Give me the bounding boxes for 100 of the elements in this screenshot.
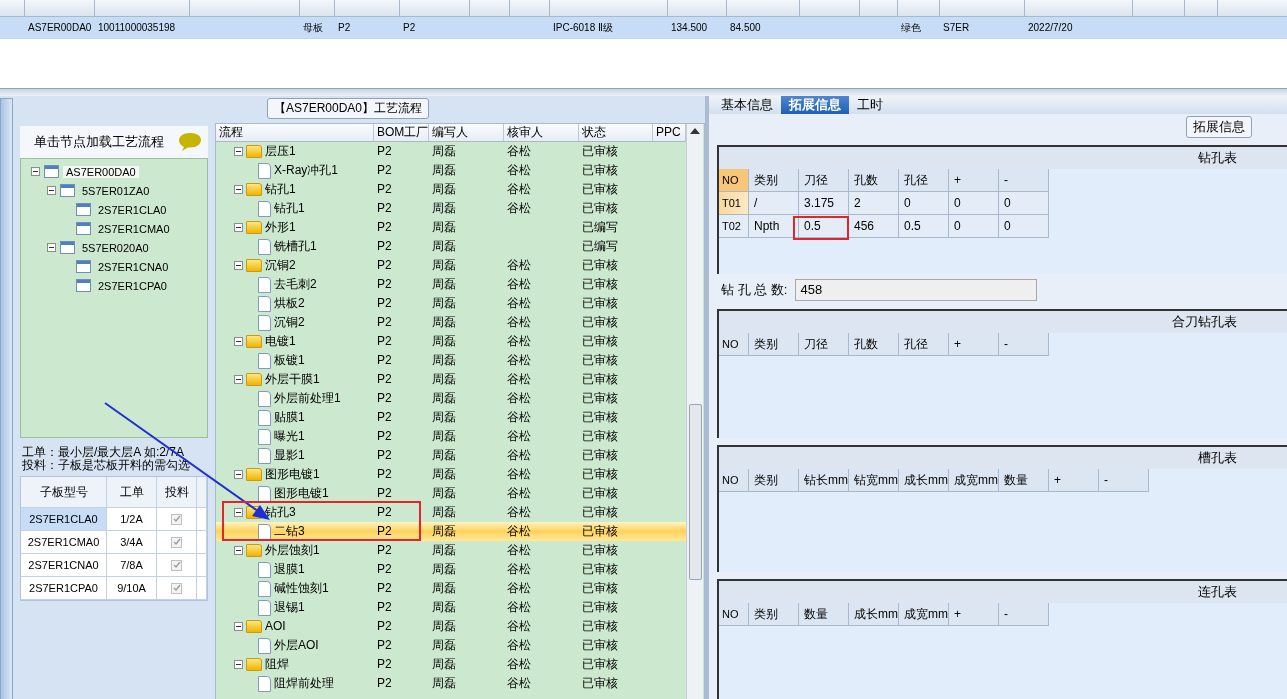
tab[interactable]: 基本信息 bbox=[713, 96, 781, 114]
column-header[interactable]: 类别 bbox=[749, 333, 799, 356]
column-header[interactable]: NO bbox=[719, 333, 749, 356]
column-header[interactable]: 刀径 bbox=[799, 333, 849, 356]
process-row[interactable]: X-Ray冲孔1 P2 周磊 谷松 已审核 bbox=[216, 161, 686, 180]
column-header[interactable]: 编写人 bbox=[429, 124, 504, 141]
table-cell[interactable]: 2S7ER1CPA0 bbox=[21, 577, 107, 599]
column-header[interactable]: 数量 bbox=[999, 469, 1049, 492]
row-header[interactable]: T02 bbox=[719, 215, 749, 238]
column-header[interactable]: NO bbox=[719, 169, 749, 192]
collapse-icon[interactable] bbox=[234, 622, 243, 631]
column-header[interactable]: 孔数 bbox=[849, 169, 899, 192]
column-header[interactable]: - bbox=[999, 169, 1049, 192]
process-row[interactable]: 钻孔1 P2 周磊 谷松 已审核 bbox=[216, 199, 686, 218]
column-header[interactable]: - bbox=[1099, 469, 1149, 492]
process-row[interactable]: 外层蚀刻1 P2 周磊 谷松 已审核 bbox=[216, 541, 686, 560]
process-row[interactable]: 钻孔1 P2 周磊 谷松 已审核 bbox=[216, 180, 686, 199]
row-header[interactable]: T01 bbox=[719, 192, 749, 215]
collapse-icon[interactable] bbox=[234, 223, 243, 232]
column-header[interactable]: + bbox=[1049, 469, 1099, 492]
column-header[interactable]: + bbox=[949, 333, 999, 356]
column-header[interactable]: 投料 bbox=[157, 477, 197, 507]
checkbox[interactable] bbox=[171, 582, 182, 594]
column-header[interactable]: 成宽mm bbox=[949, 469, 999, 492]
collapse-icon[interactable] bbox=[234, 508, 243, 517]
process-row[interactable]: 外层前处理1 P2 周磊 谷松 已审核 bbox=[216, 389, 686, 408]
collapse-icon[interactable] bbox=[234, 337, 243, 346]
column-header[interactable]: 数量 bbox=[799, 603, 849, 626]
column-header[interactable]: + bbox=[949, 169, 999, 192]
process-row[interactable]: 曝光1 P2 周磊 谷松 已审核 bbox=[216, 427, 686, 446]
tree-node[interactable]: 2S7ER1CMA0 bbox=[95, 222, 173, 235]
column-header[interactable]: 类别 bbox=[749, 169, 799, 192]
process-row[interactable]: 铣槽孔1 P2 周磊 已编写 bbox=[216, 237, 686, 256]
checkbox[interactable] bbox=[171, 513, 182, 525]
collapse-icon[interactable] bbox=[234, 546, 243, 555]
process-row[interactable]: 去毛刺2 P2 周磊 谷松 已审核 bbox=[216, 275, 686, 294]
tree-node[interactable]: AS7ER00DA0 bbox=[63, 165, 139, 178]
column-header[interactable]: 钻宽mm bbox=[849, 469, 899, 492]
column-header[interactable]: 核审人 bbox=[504, 124, 579, 141]
process-row[interactable]: 外层AOI P2 周磊 谷松 已审核 bbox=[216, 636, 686, 655]
column-header[interactable]: 类别 bbox=[749, 469, 799, 492]
collapse-icon[interactable] bbox=[234, 470, 243, 479]
process-row[interactable]: 阻焊前处理 P2 周磊 谷松 已审核 bbox=[216, 674, 686, 693]
process-row[interactable]: 电镀1 P2 周磊 谷松 已审核 bbox=[216, 332, 686, 351]
table-row[interactable]: AS7ER00DA0 10011000035198 母板 P2 P2 IPC-6018 Ⅱ级 134.500 84.500 绿色 S7ER 2022/7/20 bbox=[0, 17, 1287, 39]
table-cell[interactable]: 2S7ER1CLA0 bbox=[21, 508, 107, 530]
process-row[interactable]: 阻焊 P2 周磊 谷松 已审核 bbox=[216, 655, 686, 674]
column-header[interactable]: 孔数 bbox=[849, 333, 899, 356]
column-header[interactable]: NO bbox=[719, 603, 749, 626]
column-header[interactable]: 子板型号 bbox=[21, 477, 107, 507]
tab[interactable]: 工时 bbox=[849, 96, 891, 114]
collapse-icon[interactable] bbox=[234, 185, 243, 194]
tree-node[interactable]: 5S7ER020A0 bbox=[79, 241, 152, 254]
column-header[interactable]: 成长mm bbox=[899, 469, 949, 492]
table-cell[interactable]: 2S7ER1CMA0 bbox=[21, 531, 107, 553]
process-row[interactable]: 退锡1 P2 周磊 谷松 已审核 bbox=[216, 598, 686, 617]
process-row[interactable]: 图形电镀1 P2 周磊 谷松 已审核 bbox=[216, 465, 686, 484]
column-header[interactable]: 孔径 bbox=[899, 333, 949, 356]
process-row[interactable]: 沉铜2 P2 周磊 谷松 已审核 bbox=[216, 256, 686, 275]
collapse-icon[interactable] bbox=[47, 243, 56, 252]
process-row[interactable]: 沉铜2 P2 周磊 谷松 已审核 bbox=[216, 313, 686, 332]
column-header[interactable]: 类别 bbox=[749, 603, 799, 626]
process-row[interactable]: 层压1 P2 周磊 谷松 已审核 bbox=[216, 142, 686, 161]
column-header[interactable]: BOM工厂 bbox=[374, 124, 429, 141]
process-row[interactable]: 外形1 P2 周磊 已编写 bbox=[216, 218, 686, 237]
column-header[interactable]: 流程 bbox=[216, 124, 374, 141]
column-header[interactable]: - bbox=[999, 333, 1049, 356]
collapse-icon[interactable] bbox=[234, 375, 243, 384]
column-header[interactable]: + bbox=[949, 603, 999, 626]
collapse-icon[interactable] bbox=[31, 167, 40, 176]
collapse-icon[interactable] bbox=[234, 147, 243, 156]
column-header[interactable]: - bbox=[999, 603, 1049, 626]
tree-node[interactable]: 2S7ER1CLA0 bbox=[95, 203, 170, 216]
process-row[interactable]: 贴膜1 P2 周磊 谷松 已审核 bbox=[216, 408, 686, 427]
column-header[interactable]: 刀径 bbox=[799, 169, 849, 192]
collapse-icon[interactable] bbox=[234, 261, 243, 270]
process-row[interactable]: 显影1 P2 周磊 谷松 已审核 bbox=[216, 446, 686, 465]
tree-node[interactable]: 5S7ER01ZA0 bbox=[79, 184, 153, 197]
process-row[interactable]: 烘板2 P2 周磊 谷松 已审核 bbox=[216, 294, 686, 313]
process-row[interactable]: 二钻3 P2 周磊 谷松 已审核 bbox=[216, 522, 686, 541]
column-header[interactable]: 工单 bbox=[107, 477, 157, 507]
column-header[interactable]: 成宽mm bbox=[899, 603, 949, 626]
tree-node[interactable]: 2S7ER1CNA0 bbox=[95, 260, 172, 273]
table-cell[interactable]: 2S7ER1CNA0 bbox=[21, 554, 107, 576]
process-row[interactable]: 外层干膜1 P2 周磊 谷松 已审核 bbox=[216, 370, 686, 389]
column-header[interactable]: 状态 bbox=[579, 124, 653, 141]
process-row[interactable]: AOI P2 周磊 谷松 已审核 bbox=[216, 617, 686, 636]
column-header[interactable]: 成长mm bbox=[849, 603, 899, 626]
column-header[interactable]: 钻长mm bbox=[799, 469, 849, 492]
tab[interactable]: 拓展信息 bbox=[781, 96, 849, 114]
process-row[interactable]: 板镀1 P2 周磊 谷松 已审核 bbox=[216, 351, 686, 370]
process-row[interactable]: 图形电镀1 P2 周磊 谷松 已审核 bbox=[216, 484, 686, 503]
input-field[interactable]: 458 bbox=[795, 278, 1038, 301]
process-row[interactable]: 退膜1 P2 周磊 谷松 已审核 bbox=[216, 560, 686, 579]
collapse-icon[interactable] bbox=[234, 660, 243, 669]
column-header[interactable]: NO bbox=[719, 469, 749, 492]
checkbox[interactable] bbox=[171, 559, 182, 571]
process-row[interactable]: 碱性蚀刻1 P2 周磊 谷松 已审核 bbox=[216, 579, 686, 598]
tree-node[interactable]: 2S7ER1CPA0 bbox=[95, 279, 170, 292]
checkbox[interactable] bbox=[171, 536, 182, 548]
